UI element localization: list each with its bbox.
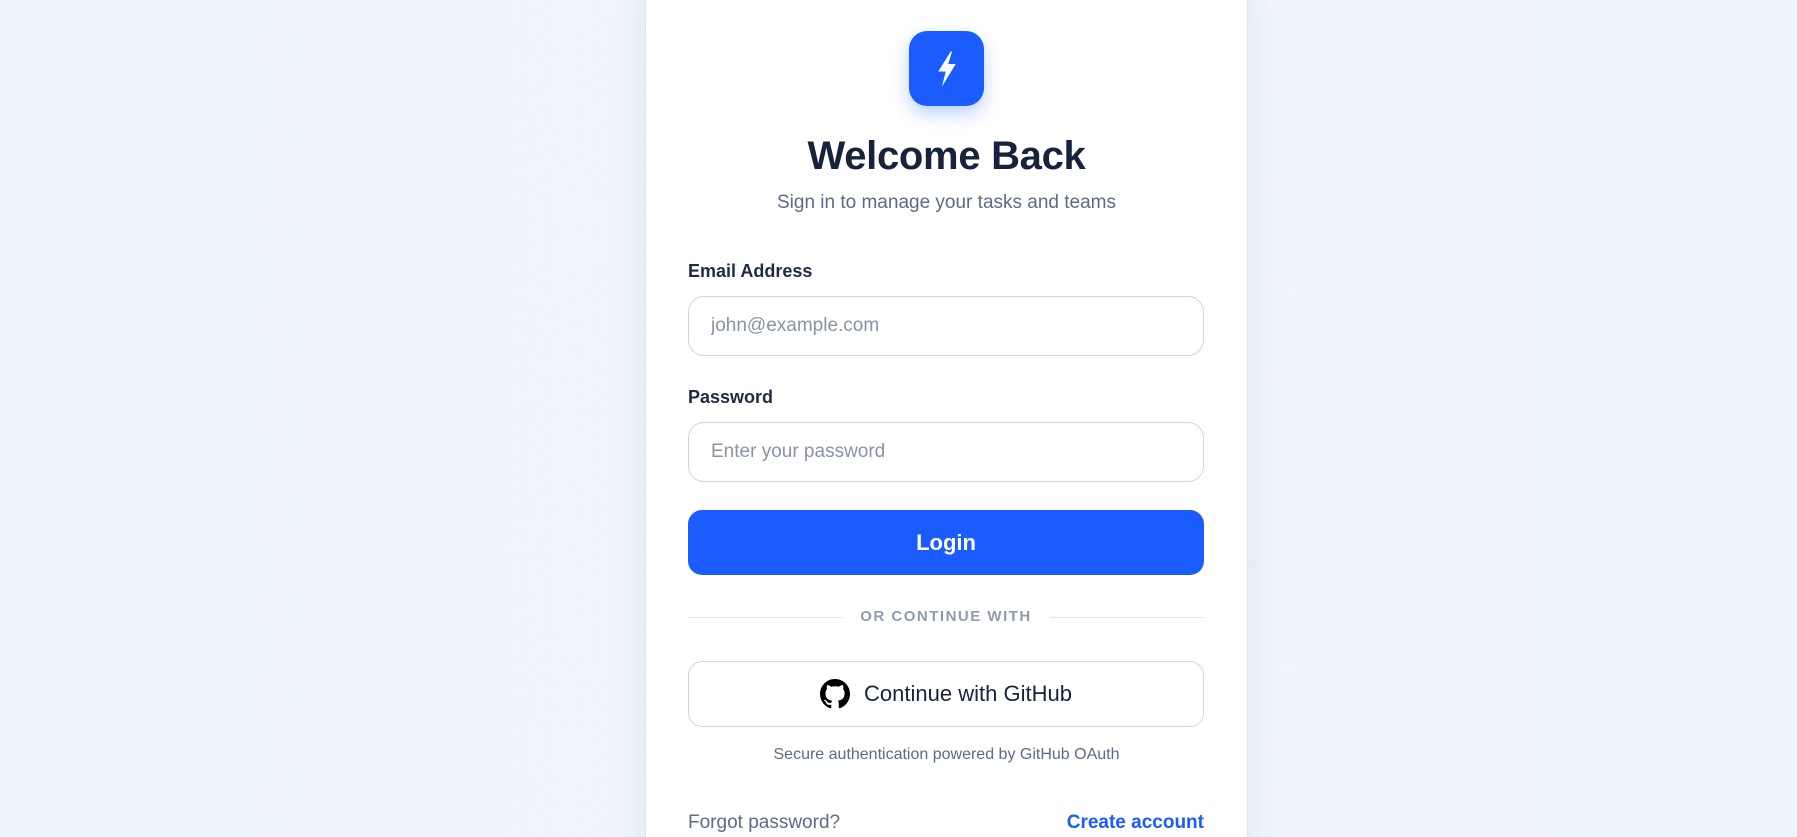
github-login-button[interactable]: Continue with GitHub bbox=[688, 661, 1204, 727]
github-button-label: Continue with GitHub bbox=[864, 681, 1072, 706]
password-label: Password bbox=[688, 387, 774, 407]
divider-line-right bbox=[1050, 617, 1204, 618]
divider-text: OR CONTINUE WITH bbox=[860, 608, 1032, 625]
login-button[interactable]: Login bbox=[688, 510, 1204, 575]
create-account-link[interactable]: Create account bbox=[1067, 811, 1204, 835]
email-field[interactable] bbox=[688, 296, 1204, 356]
app-logo bbox=[909, 31, 984, 106]
page-subtitle: Sign in to manage your tasks and teams bbox=[776, 192, 1117, 213]
oauth-note: Secure authentication powered by GitHub … bbox=[773, 746, 1120, 763]
password-field[interactable] bbox=[688, 422, 1204, 482]
divider-line-left bbox=[688, 617, 843, 618]
github-icon bbox=[820, 679, 851, 709]
email-label: Email Address bbox=[688, 261, 813, 281]
lightning-bolt-icon bbox=[937, 51, 956, 86]
forgot-password-link[interactable]: Forgot password? bbox=[688, 811, 840, 835]
page-title: Welcome Back bbox=[807, 134, 1086, 178]
